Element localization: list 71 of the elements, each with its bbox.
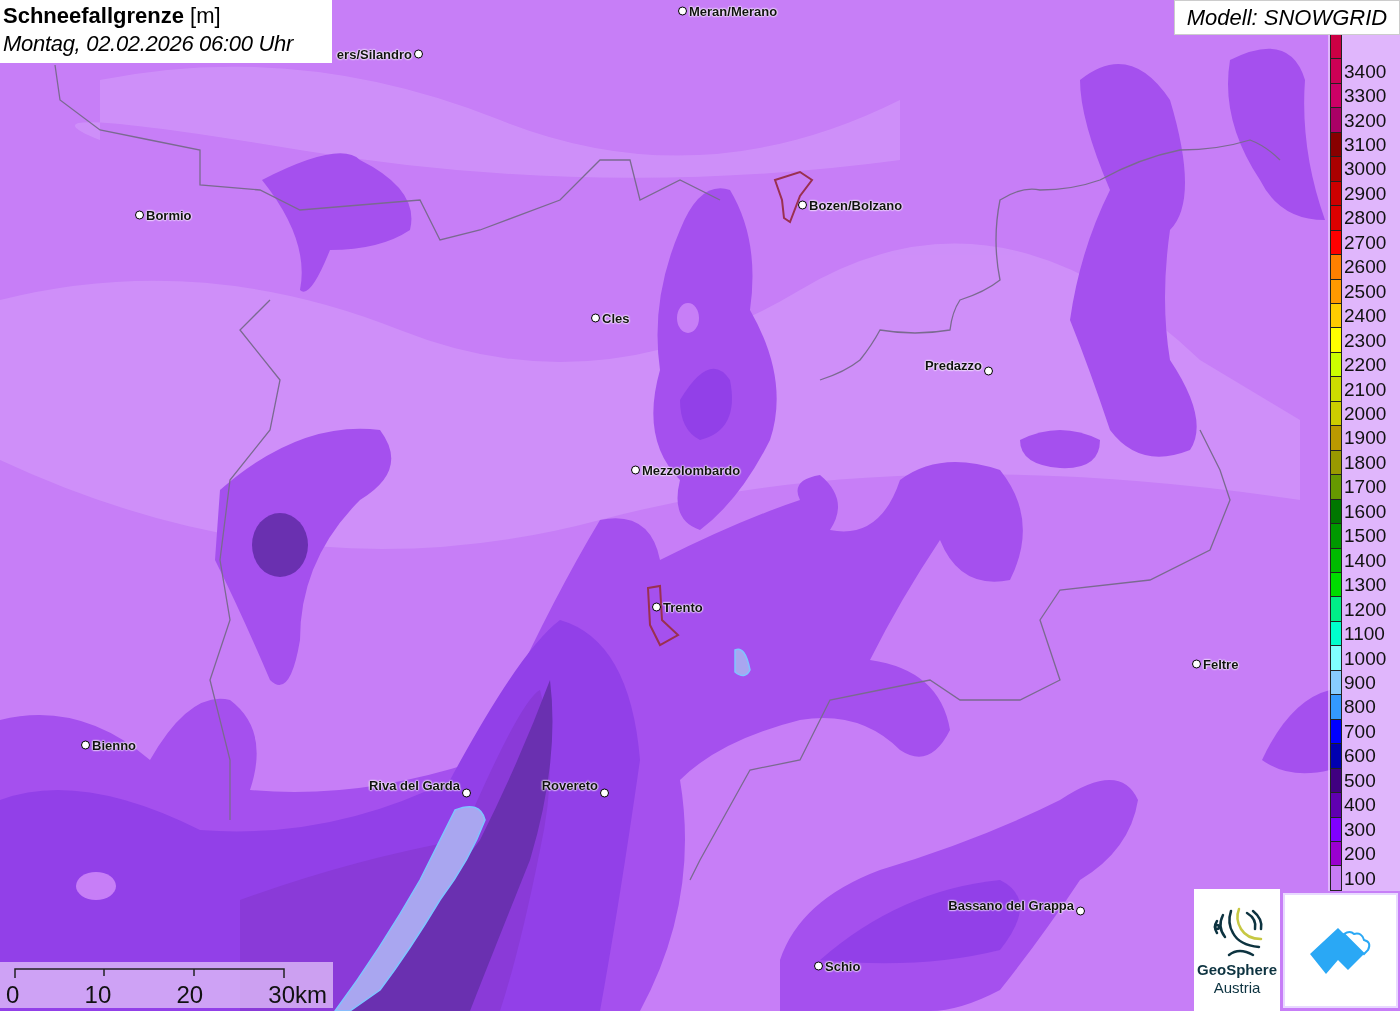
place-marker-icon — [591, 313, 600, 323]
legend-label: 1000 — [1344, 648, 1387, 669]
place-label: Bozen/Bolzano — [809, 197, 903, 213]
model-label: Modell: SNOWGRID — [1174, 0, 1400, 35]
legend-label: 3000 — [1344, 159, 1387, 180]
place-marker-icon — [678, 6, 687, 16]
place-marker-icon — [135, 210, 144, 220]
legend-label: 2400 — [1344, 306, 1387, 327]
legend-label: 1900 — [1344, 428, 1387, 449]
forecast-time: Montag, 02.02.2026 06:00 Uhr — [3, 30, 295, 58]
legend-label: 100 — [1344, 868, 1376, 889]
legend-label: 900 — [1344, 673, 1376, 693]
place-marker-icon — [798, 200, 807, 210]
legend-label: 2700 — [1344, 232, 1387, 253]
legend-label: 2200 — [1344, 355, 1387, 376]
place-label: ers/Silandro — [336, 46, 412, 62]
place-marker-icon — [652, 602, 661, 612]
legend-label: 2300 — [1344, 330, 1387, 351]
place-label: Trento — [663, 599, 703, 615]
place-label: Cles — [602, 310, 630, 326]
place-label: Rovereto — [541, 777, 598, 793]
legend-label: 2800 — [1344, 208, 1387, 229]
legend-label: 1800 — [1344, 452, 1387, 473]
legend-label: 2600 — [1344, 257, 1387, 278]
legend-label: 3300 — [1344, 86, 1387, 107]
legend-label: 2000 — [1344, 404, 1387, 424]
legend-label: 3100 — [1344, 135, 1387, 156]
logo-subtitle: Austria — [1213, 979, 1261, 997]
place-label: Bienno — [92, 737, 137, 753]
legend-label: 1100 — [1344, 624, 1385, 645]
legend-label: 1400 — [1344, 550, 1387, 571]
place-marker-icon — [414, 49, 423, 59]
place-marker-icon — [984, 366, 993, 376]
place-marker-icon — [600, 788, 609, 798]
place-marker-icon — [814, 961, 823, 971]
legend-label: 2500 — [1344, 281, 1387, 302]
place-label: Bormio — [146, 207, 192, 223]
legend-label: 300 — [1344, 819, 1376, 840]
scale-label: 20 — [176, 982, 204, 1008]
place-label: Predazzo — [924, 357, 982, 373]
legend-label: 1300 — [1344, 575, 1387, 596]
legend-label: 1600 — [1344, 501, 1387, 522]
legend-label: 2100 — [1344, 379, 1387, 400]
legend-label: 3400 — [1344, 61, 1387, 82]
logo-wordmark: GeoSphere — [1197, 961, 1277, 979]
scale-label: 30km — [268, 982, 327, 1008]
place-label: Riva del Garda — [368, 777, 460, 793]
place-marker-icon — [631, 465, 640, 475]
legend-label: 1200 — [1344, 599, 1387, 620]
scale-label: 10 — [84, 982, 112, 1008]
place-label: Bassano del Grappa — [948, 897, 1074, 913]
legend-label: 800 — [1344, 697, 1376, 718]
place-marker-icon — [1076, 906, 1085, 916]
map-title: Schneefallgrenze [m] — [3, 2, 222, 30]
legend-label: 3200 — [1344, 110, 1387, 131]
legend-label: 2900 — [1344, 183, 1387, 204]
legend-label: 200 — [1344, 844, 1376, 865]
legend-label: 700 — [1344, 721, 1376, 742]
scale-label: 0 — [6, 982, 20, 1008]
legend-label: 400 — [1344, 795, 1376, 816]
place-label: Schio — [825, 958, 861, 974]
place-label: Feltre — [1203, 656, 1239, 672]
place-label: Meran/Merano — [689, 3, 778, 19]
place-marker-icon — [81, 740, 90, 750]
place-label: Mezzolombardo — [642, 462, 741, 478]
place-marker-icon — [1192, 659, 1201, 669]
legend-label: 500 — [1344, 770, 1376, 791]
place-marker-icon — [462, 788, 471, 798]
legend-label: 600 — [1344, 746, 1376, 767]
legend-label: 1500 — [1344, 526, 1387, 547]
legend-label: 1700 — [1344, 477, 1387, 498]
